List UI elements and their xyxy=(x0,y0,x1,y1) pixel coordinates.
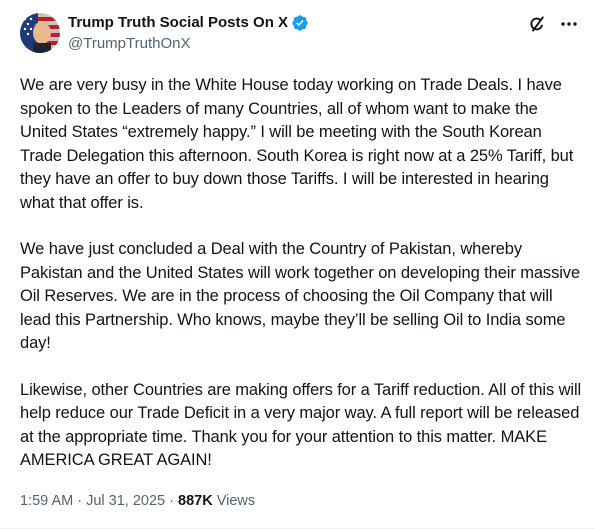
more-icon[interactable] xyxy=(559,14,579,34)
handle[interactable]: @TrumpTruthOnX xyxy=(68,34,309,54)
header-actions xyxy=(527,12,579,34)
post-header: Trump Truth Social Posts On X @TrumpTrut… xyxy=(20,12,579,64)
display-name[interactable]: Trump Truth Social Posts On X xyxy=(68,13,288,33)
grok-icon[interactable] xyxy=(527,14,547,34)
post-card: Trump Truth Social Posts On X @TrumpTrut… xyxy=(0,0,595,529)
verified-badge-icon xyxy=(291,14,309,32)
meta-separator: · xyxy=(169,493,174,509)
post-meta: 1:59 AM · Jul 31, 2025 · 887K Views xyxy=(20,491,255,511)
author-info: Trump Truth Social Posts On X @TrumpTrut… xyxy=(68,12,309,54)
post-date[interactable]: Jul 31, 2025 xyxy=(86,493,165,509)
meta-separator: · xyxy=(77,493,83,509)
post-time[interactable]: 1:59 AM xyxy=(20,493,73,509)
post-paragraph: We have just concluded a Deal with the C… xyxy=(20,240,581,352)
views-label: Views xyxy=(216,493,256,509)
post-paragraph: We are very busy in the White House toda… xyxy=(20,76,574,212)
name-row: Trump Truth Social Posts On X xyxy=(68,13,309,33)
post-text: We are very busy in the White House toda… xyxy=(20,74,585,473)
views-count[interactable]: 887K xyxy=(178,493,213,509)
post-paragraph: Likewise, other Countries are making off… xyxy=(20,380,582,470)
avatar[interactable] xyxy=(20,13,60,53)
avatar-image xyxy=(20,13,60,53)
